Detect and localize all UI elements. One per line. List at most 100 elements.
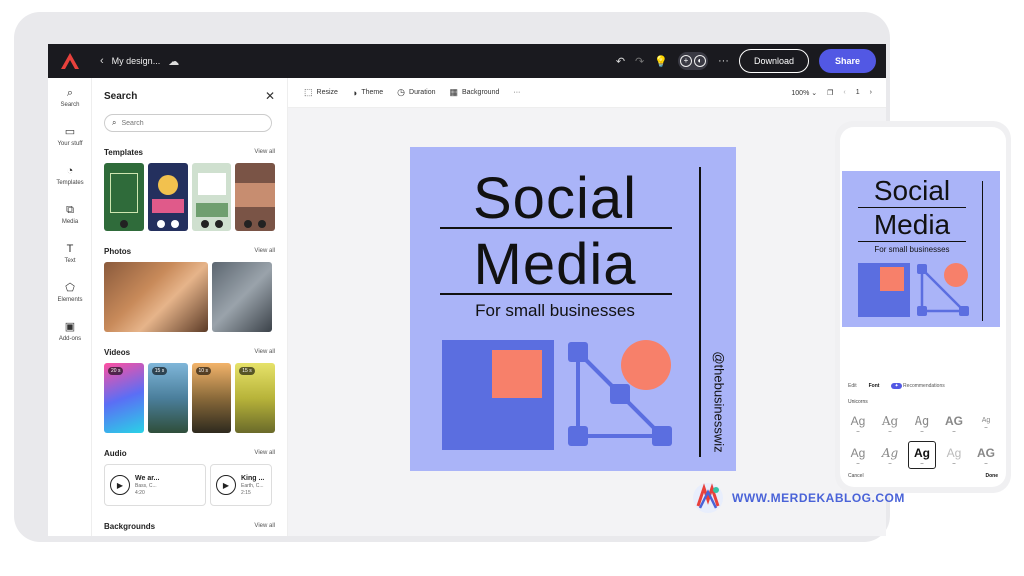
coral-circle-shape (621, 340, 671, 390)
phone-cancel-button[interactable]: Cancel (848, 473, 864, 479)
rail-item-add-ons[interactable]: ▣ Add-ons (48, 312, 92, 351)
rail-item-your-stuff[interactable]: ▭ Your stuff (48, 117, 92, 156)
elements-icon: ⬠ (65, 282, 75, 294)
adobe-express-logo-icon[interactable] (60, 51, 80, 71)
more-tools-button[interactable]: ··· (513, 89, 520, 96)
tab-font[interactable]: Font (869, 383, 880, 389)
close-icon[interactable]: ✕ (265, 89, 275, 103)
search-panel: Search ✕ ⌕ Templates View all (92, 78, 288, 536)
rail-item-label: Media (61, 219, 79, 225)
rail-item-search[interactable]: ⌕ Search (48, 78, 92, 117)
lightbulb-icon[interactable]: 💡 (654, 55, 668, 68)
cloud-sync-icon[interactable]: ☁ (168, 55, 179, 68)
node-handle-shape (610, 384, 630, 404)
pause-icon (170, 220, 179, 228)
tool-label: Resize (316, 89, 338, 96)
font-sample[interactable]: Ag ▬ (908, 409, 936, 437)
font-glyph: AG (945, 413, 963, 428)
duration-tool[interactable]: ◷ Duration (397, 87, 435, 98)
font-sample[interactable]: Ag ▬ (972, 409, 1000, 437)
play-icon (200, 220, 209, 228)
node-handle-shape (652, 426, 672, 446)
font-sample[interactable]: Ag ▬ (876, 441, 904, 469)
redo-icon[interactable]: ↷ (635, 55, 644, 68)
play-icon[interactable]: ▶ (216, 475, 236, 495)
font-sample[interactable]: Ag ▬ (876, 409, 904, 437)
font-glyph: Ag (850, 413, 866, 428)
pages-icon[interactable]: ❐ (827, 89, 833, 97)
chevron-left-icon[interactable]: ‹ (843, 89, 845, 96)
stage: ‹ My design... ☁ ↶ ↷ 💡 + ◐ ··· Download … (0, 0, 1024, 576)
toolbar-right: 100% ⌄ ❐ ‹ 1 › (791, 89, 886, 97)
templates-icon: ◔ (66, 165, 74, 177)
template-thumbnail[interactable] (235, 163, 275, 231)
page-count: 1 (855, 89, 860, 96)
template-thumbnail[interactable] (191, 163, 232, 231)
zoom-select[interactable]: 100% ⌄ (791, 89, 817, 97)
video-thumbnail[interactable]: 10 s (191, 363, 232, 433)
more-label: ··· (513, 89, 521, 96)
view-all-videos-link[interactable]: View all (254, 349, 275, 355)
video-duration-badge: 20 s (108, 367, 124, 375)
chevron-right-icon[interactable]: › (870, 89, 872, 96)
font-sample[interactable]: Ag ▬ (844, 409, 872, 437)
audio-card[interactable]: ▶ We ar... Bass, C... 4:20 (104, 464, 206, 506)
view-all-audio-link[interactable]: View all (254, 450, 275, 456)
audio-card[interactable]: ▶ King ... Earth, C... 2:15 (210, 464, 272, 506)
font-glyph: Ag (914, 413, 930, 428)
backgrounds-section-header: Backgrounds View all (104, 520, 275, 532)
video-thumbnail[interactable]: 20 s (104, 363, 144, 433)
design-canvas[interactable]: Social Media For small businesses @thebu… (410, 147, 736, 471)
rail-item-label: Your stuff (57, 141, 83, 147)
rail-item-media[interactable]: ⧉ Media (48, 195, 92, 234)
download-button[interactable]: Download (738, 49, 809, 73)
font-name-line: ▬ (952, 428, 956, 433)
tool-label: Theme (361, 89, 384, 96)
editor-toolbar: ⬚ Resize ◑ Theme ◷ Duration ▦ Background… (288, 78, 886, 108)
section-title-backgrounds: Backgrounds (104, 521, 156, 531)
tab-label: Recommendations (903, 383, 945, 389)
more-options-icon[interactable]: ··· (718, 55, 729, 67)
template-thumbnail[interactable] (147, 163, 188, 231)
view-all-photos-link[interactable]: View all (254, 248, 275, 254)
search-input[interactable] (121, 119, 252, 127)
phone-done-button[interactable]: Done (986, 473, 999, 479)
search-field[interactable]: ⌕ (104, 114, 272, 132)
rail-item-text[interactable]: T Text (48, 234, 92, 273)
play-icon[interactable]: ▶ (110, 475, 130, 495)
photo-thumbnail[interactable] (212, 262, 272, 332)
font-sample[interactable]: Ag ▬ (940, 441, 968, 469)
share-button[interactable]: Share (818, 49, 876, 73)
view-all-backgrounds-link[interactable]: View all (254, 523, 275, 529)
resize-tool[interactable]: ⬚ Resize (304, 87, 338, 98)
phone-design-canvas[interactable]: Social Media For small businesses (842, 171, 1000, 327)
tab-edit[interactable]: Edit (848, 383, 857, 389)
view-all-templates-link[interactable]: View all (254, 149, 275, 155)
font-group-label: Unicorns (848, 399, 868, 405)
collaborators-avatar-group[interactable]: + ◐ (677, 52, 708, 70)
design-name[interactable]: My design... (112, 56, 161, 66)
tab-recommendations[interactable]: ✦ Recommendations (891, 383, 945, 389)
font-sample[interactable]: AG ▬ (972, 441, 1000, 469)
panel-title: Search (104, 90, 138, 102)
video-thumbnail[interactable]: 15 s (147, 363, 188, 433)
video-thumbnail[interactable]: 15 s (235, 363, 275, 433)
zoom-level: 100% (791, 89, 810, 97)
photo-thumbnail[interactable] (104, 262, 208, 332)
background-tool[interactable]: ▦ Background (449, 87, 499, 98)
font-glyph: Ag (981, 417, 991, 424)
undo-icon[interactable]: ↶ (616, 55, 625, 68)
back-chevron-icon[interactable]: ‹ (100, 55, 104, 67)
font-name-line: ▬ (984, 425, 988, 429)
rail-item-templates[interactable]: ◔ Templates (48, 156, 92, 195)
font-glyph: Ag (881, 445, 899, 460)
theme-tool[interactable]: ◑ Theme (352, 88, 383, 98)
pause-icon (258, 220, 267, 228)
rail-item-label: Elements (57, 297, 83, 303)
audio-duration: 4:20 (135, 489, 145, 496)
template-thumbnail[interactable] (104, 163, 144, 231)
rail-item-elements[interactable]: ⬠ Elements (48, 273, 92, 312)
font-sample[interactable]: Ag ▬ (844, 441, 872, 469)
font-sample[interactable]: AG ▬ (940, 409, 968, 437)
font-sample-selected[interactable]: Ag ▬ (908, 441, 936, 469)
